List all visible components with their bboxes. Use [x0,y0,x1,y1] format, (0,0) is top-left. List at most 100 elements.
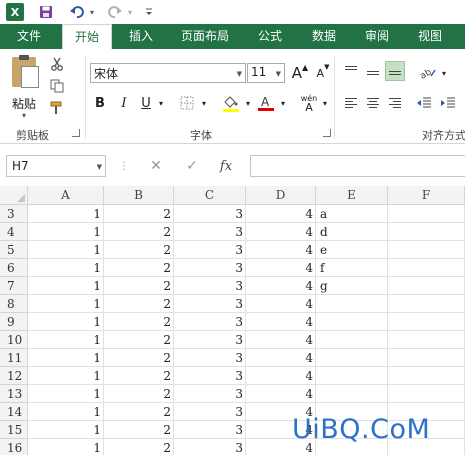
copy-icon[interactable] [48,77,66,95]
row-header[interactable]: 11 [0,349,28,367]
cell-f3[interactable] [388,205,465,223]
cell-a8[interactable]: 1 [28,295,104,313]
cell-a15[interactable]: 1 [28,421,104,439]
cell-c8[interactable]: 3 [174,295,246,313]
cell-d5[interactable]: 4 [246,241,316,259]
cell-c9[interactable]: 3 [174,313,246,331]
fill-color-dropdown-icon[interactable]: ▾ [243,93,253,113]
row-header[interactable]: 15 [0,421,28,439]
cell-d6[interactable]: 4 [246,259,316,277]
align-middle-button[interactable] [363,63,383,83]
cell-c16[interactable]: 3 [174,439,246,455]
cell-b15[interactable]: 2 [104,421,174,439]
align-bottom-button[interactable] [385,61,405,81]
increase-indent-button[interactable] [438,93,458,113]
cell-f10[interactable] [388,331,465,349]
cancel-icon[interactable]: ✕ [146,156,166,176]
cell-b3[interactable]: 2 [104,205,174,223]
fill-color-button[interactable] [221,93,241,113]
cell-e4[interactable]: d [316,223,388,241]
cell-b13[interactable]: 2 [104,385,174,403]
cell-b4[interactable]: 2 [104,223,174,241]
cell-a13[interactable]: 1 [28,385,104,403]
cell-e9[interactable] [316,313,388,331]
row-header[interactable]: 6 [0,259,28,277]
font-name-select[interactable]: 宋体 ▼ [90,63,246,83]
bold-button[interactable]: B [92,93,108,113]
column-header-f[interactable]: F [388,186,465,205]
cell-a14[interactable]: 1 [28,403,104,421]
phonetic-guide-button[interactable]: wén A [298,93,320,113]
cell-f13[interactable] [388,385,465,403]
row-header[interactable]: 4 [0,223,28,241]
row-header[interactable]: 14 [0,403,28,421]
cell-a12[interactable]: 1 [28,367,104,385]
align-right-button[interactable] [385,93,405,113]
cell-b5[interactable]: 2 [104,241,174,259]
cell-f12[interactable] [388,367,465,385]
cell-c10[interactable]: 3 [174,331,246,349]
tab-insert[interactable]: 插入 [118,24,164,49]
row-header[interactable]: 7 [0,277,28,295]
row-header[interactable]: 5 [0,241,28,259]
clipboard-launcher-icon[interactable] [72,129,80,137]
underline-dropdown-icon[interactable]: ▾ [156,93,166,113]
enter-icon[interactable]: ✓ [182,156,202,176]
cell-a11[interactable]: 1 [28,349,104,367]
undo-icon[interactable] [68,3,86,21]
format-painter-icon[interactable] [48,99,66,117]
cell-d13[interactable]: 4 [246,385,316,403]
cell-b14[interactable]: 2 [104,403,174,421]
font-color-button[interactable]: A [256,93,276,113]
cell-b16[interactable]: 2 [104,439,174,455]
cell-e11[interactable] [316,349,388,367]
italic-button[interactable]: I [116,93,132,113]
cell-c4[interactable]: 3 [174,223,246,241]
column-header-d[interactable]: D [246,186,316,205]
cell-d12[interactable]: 4 [246,367,316,385]
cell-f11[interactable] [388,349,465,367]
cell-f5[interactable] [388,241,465,259]
tab-view[interactable]: 视图 [408,24,452,49]
tab-review[interactable]: 审阅 [355,24,399,49]
cell-e8[interactable] [316,295,388,313]
shrink-font-button[interactable]: A ▼ [313,63,333,83]
cell-f8[interactable] [388,295,465,313]
cell-b12[interactable]: 2 [104,367,174,385]
undo-dropdown-icon[interactable]: ▾ [88,3,96,21]
excel-logo-icon[interactable]: X [6,3,24,21]
orientation-button[interactable]: ab [418,63,438,83]
row-header[interactable]: 13 [0,385,28,403]
grow-font-button[interactable]: A ▲ [290,63,310,83]
paste-dropdown-icon[interactable]: ▾ [22,111,26,120]
cell-c13[interactable]: 3 [174,385,246,403]
align-top-button[interactable] [341,59,361,79]
cell-c14[interactable]: 3 [174,403,246,421]
cell-d4[interactable]: 4 [246,223,316,241]
formula-input[interactable] [250,155,465,177]
borders-button[interactable] [178,93,196,113]
cell-a10[interactable]: 1 [28,331,104,349]
row-header[interactable]: 3 [0,205,28,223]
save-icon[interactable] [38,3,54,21]
underline-button[interactable]: U [138,93,154,113]
cell-c3[interactable]: 3 [174,205,246,223]
cell-f6[interactable] [388,259,465,277]
font-size-select[interactable]: 11 ▼ [247,63,285,83]
tab-home[interactable]: 开始 [62,24,112,49]
cell-d3[interactable]: 4 [246,205,316,223]
paste-button[interactable]: 粘贴 ▾ [8,55,44,120]
row-header[interactable]: 12 [0,367,28,385]
phonetic-dropdown-icon[interactable]: ▾ [320,93,330,113]
redo-dropdown-icon[interactable]: ▾ [126,3,134,21]
cell-b7[interactable]: 2 [104,277,174,295]
cut-icon[interactable] [48,55,66,73]
cell-c15[interactable]: 3 [174,421,246,439]
row-header[interactable]: 8 [0,295,28,313]
cell-c12[interactable]: 3 [174,367,246,385]
cell-c5[interactable]: 3 [174,241,246,259]
more-options-icon[interactable]: ⋮ [114,156,134,176]
cell-a16[interactable]: 1 [28,439,104,455]
column-header-e[interactable]: E [316,186,388,205]
cell-e3[interactable]: a [316,205,388,223]
